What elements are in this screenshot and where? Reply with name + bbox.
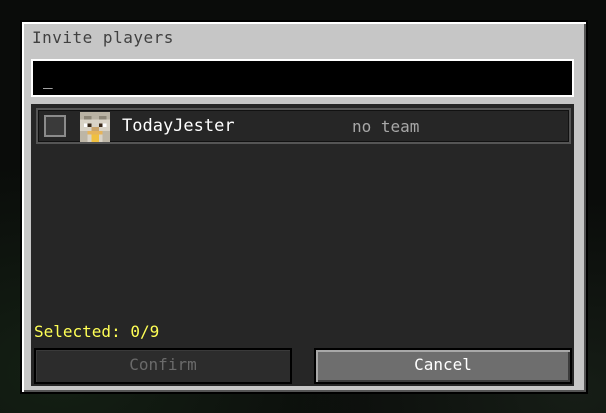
cancel-button[interactable]: Cancel xyxy=(314,348,572,384)
invite-players-dialog: Invite players _ TodayJester no team Sel… xyxy=(20,20,588,394)
player-list[interactable]: TodayJester no team Selected: 0/9 Confir… xyxy=(31,104,574,386)
player-row-inner xyxy=(38,110,569,142)
selected-count: Selected: 0/9 xyxy=(34,322,160,341)
dialog-title: Invite players xyxy=(32,28,174,47)
search-input[interactable]: _ xyxy=(31,59,574,97)
player-select-checkbox[interactable] xyxy=(44,115,66,137)
player-row[interactable]: TodayJester no team xyxy=(36,108,571,144)
search-input-value: _ xyxy=(43,70,53,89)
player-avatar-icon xyxy=(80,112,110,142)
player-name: TodayJester xyxy=(122,116,235,136)
confirm-button[interactable]: Confirm xyxy=(34,348,292,384)
player-team: no team xyxy=(352,117,420,136)
